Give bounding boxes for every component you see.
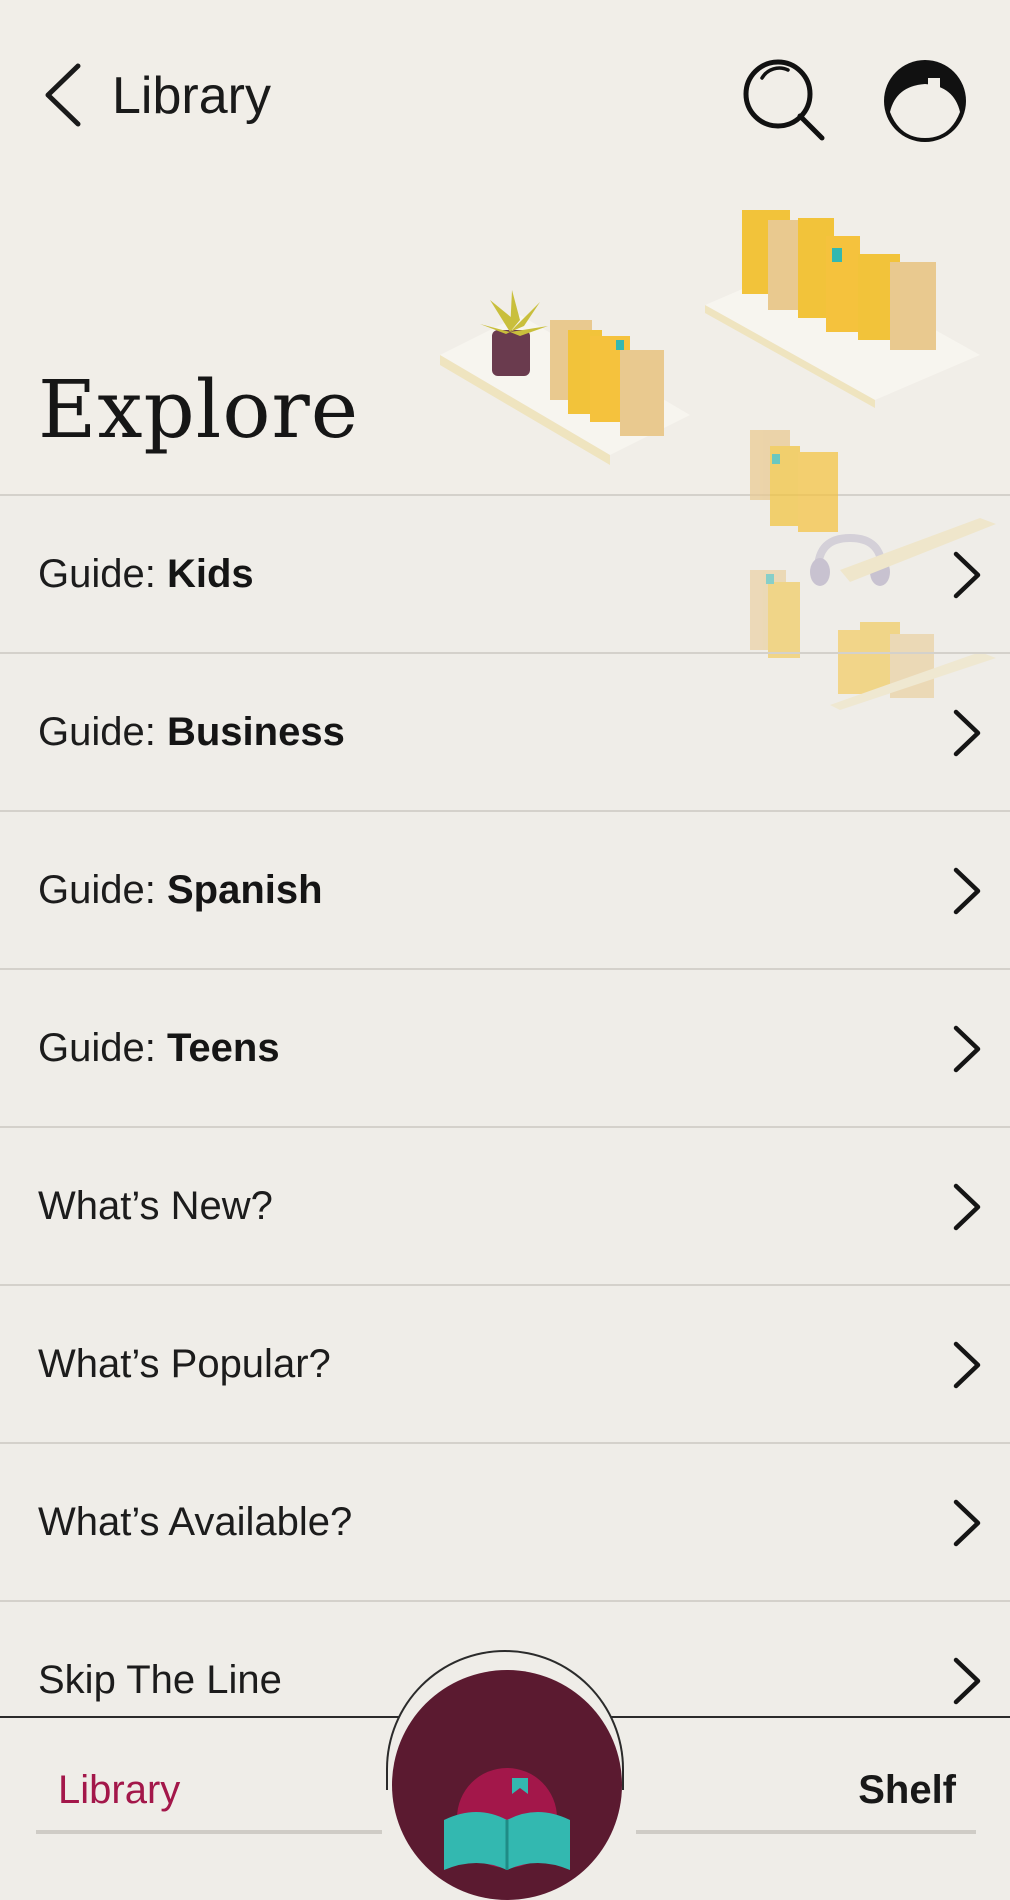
chevron-right-icon xyxy=(953,1183,981,1231)
list-item-label: Guide: Business xyxy=(38,706,345,758)
list-item-label: Guide: Teens xyxy=(38,1022,280,1074)
list-item-emphasis: Kids xyxy=(166,552,254,596)
chevron-right-icon xyxy=(953,1341,981,1389)
chevron-right-icon xyxy=(953,709,981,757)
chevron-left-icon[interactable] xyxy=(40,60,86,130)
tab-indicator-shelf xyxy=(636,1830,976,1834)
tab-indicator-library xyxy=(36,1830,382,1834)
explore-list: Guide: Kids Guide: Business Guide: Spani… xyxy=(0,496,1010,1760)
list-item-prefix: Guide: xyxy=(38,868,167,912)
chevron-right-icon xyxy=(953,867,981,915)
list-item-guide-kids[interactable]: Guide: Kids xyxy=(0,496,1010,654)
open-book-button[interactable] xyxy=(392,1670,622,1900)
tab-shelf[interactable]: Shelf xyxy=(858,1764,956,1816)
chevron-right-icon xyxy=(953,1499,981,1547)
page-title: Explore xyxy=(38,363,360,456)
tab-library[interactable]: Library xyxy=(58,1764,180,1816)
list-item-emphasis: Spanish xyxy=(166,868,323,912)
list-item-label: Guide: Spanish xyxy=(38,864,323,916)
chevron-right-icon xyxy=(953,1025,981,1073)
list-item-guide-spanish[interactable]: Guide: Spanish xyxy=(0,812,1010,970)
list-item-label: Guide: Kids xyxy=(38,548,254,600)
back-label[interactable]: Library xyxy=(112,64,271,128)
chevron-right-icon xyxy=(953,551,981,599)
chevron-right-icon xyxy=(953,1657,981,1705)
list-item-label: What’s Available? xyxy=(38,1500,353,1544)
open-book-app-icon xyxy=(444,1768,570,1870)
list-item-prefix: Guide: xyxy=(38,710,167,754)
list-item-whats-new[interactable]: What’s New? xyxy=(0,1128,1010,1286)
list-item-prefix: Guide: xyxy=(38,552,167,596)
list-item-prefix: Guide: xyxy=(38,1026,167,1070)
list-item-emphasis: Teens xyxy=(166,1026,280,1070)
list-item-whats-available[interactable]: What’s Available? xyxy=(0,1444,1010,1602)
search-icon[interactable] xyxy=(740,56,830,146)
list-item-guide-teens[interactable]: Guide: Teens xyxy=(0,970,1010,1128)
list-item-label: Skip The Line xyxy=(38,1658,282,1702)
list-item-label: What’s Popular? xyxy=(38,1342,331,1386)
list-item-whats-popular[interactable]: What’s Popular? xyxy=(0,1286,1010,1444)
list-item-guide-business[interactable]: Guide: Business xyxy=(0,654,1010,812)
library-card-avatar-icon[interactable] xyxy=(882,58,968,144)
list-item-label: What’s New? xyxy=(38,1184,273,1228)
list-item-emphasis: Business xyxy=(166,710,345,754)
